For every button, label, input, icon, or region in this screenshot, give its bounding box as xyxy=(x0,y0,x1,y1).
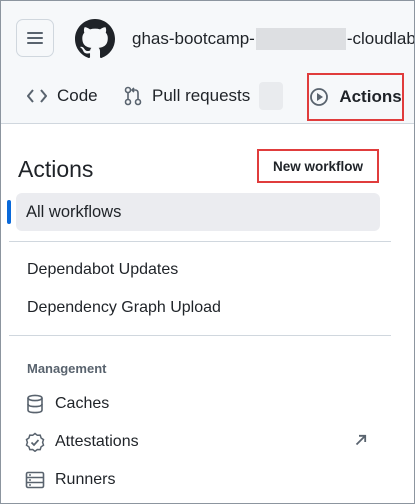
menu-button[interactable] xyxy=(16,19,54,57)
tab-pull-requests[interactable]: Pull requests xyxy=(124,76,250,116)
sidebar-item-caches[interactable]: Caches xyxy=(25,394,109,414)
sidebar-item-attestations[interactable]: Attestations xyxy=(25,432,139,452)
tab-code-label: Code xyxy=(57,86,98,105)
caches-label: Caches xyxy=(55,395,110,412)
sidebar-title: Actions xyxy=(18,156,94,182)
database-icon xyxy=(27,394,43,414)
repo-name-suffix: -cloudlabs xyxy=(346,29,415,48)
tab-actions[interactable]: Actions xyxy=(307,73,404,121)
all-workflows-label: All workflows xyxy=(26,202,122,221)
redacted-text xyxy=(255,28,346,50)
hamburger-icon xyxy=(27,32,43,44)
external-link-arrow-icon xyxy=(355,434,367,446)
github-logo-icon[interactable] xyxy=(75,19,115,59)
attestations-label: Attestations xyxy=(55,433,139,450)
actions-sidebar: Actions New workflow All workflows Depen… xyxy=(1,125,414,503)
code-icon xyxy=(27,89,47,103)
repo-name-prefix: ghas-bootcamp- xyxy=(132,29,255,48)
new-workflow-button[interactable]: New workflow xyxy=(257,149,379,183)
tab-pull-requests-label: Pull requests xyxy=(152,86,251,105)
redacted-tab xyxy=(259,82,283,110)
workflow-item-dependency-graph-upload[interactable]: Dependency Graph Upload xyxy=(27,299,221,317)
runners-label: Runners xyxy=(55,471,116,488)
app-window: ghas-bootcamp- -cloudlabs Code xyxy=(0,0,415,504)
management-heading: Management xyxy=(27,361,107,376)
active-indicator xyxy=(7,200,11,224)
sidebar-item-runners[interactable]: Runners xyxy=(25,471,115,489)
play-icon xyxy=(310,88,329,106)
pull-request-icon xyxy=(124,86,142,106)
workflow-item-dependabot-updates[interactable]: Dependabot Updates xyxy=(27,261,178,279)
tab-actions-label: Actions xyxy=(339,87,402,106)
divider xyxy=(9,335,391,336)
server-icon xyxy=(25,471,45,489)
verified-icon xyxy=(25,432,45,452)
tab-code[interactable]: Code xyxy=(27,76,98,116)
repo-name[interactable]: ghas-bootcamp- -cloudlabs xyxy=(132,28,415,50)
repo-header: ghas-bootcamp- -cloudlabs Code xyxy=(1,1,415,124)
divider xyxy=(9,241,391,242)
repo-tabs: Code Pull requests Actions xyxy=(1,73,414,124)
sidebar-item-all-workflows[interactable]: All workflows xyxy=(16,193,380,231)
